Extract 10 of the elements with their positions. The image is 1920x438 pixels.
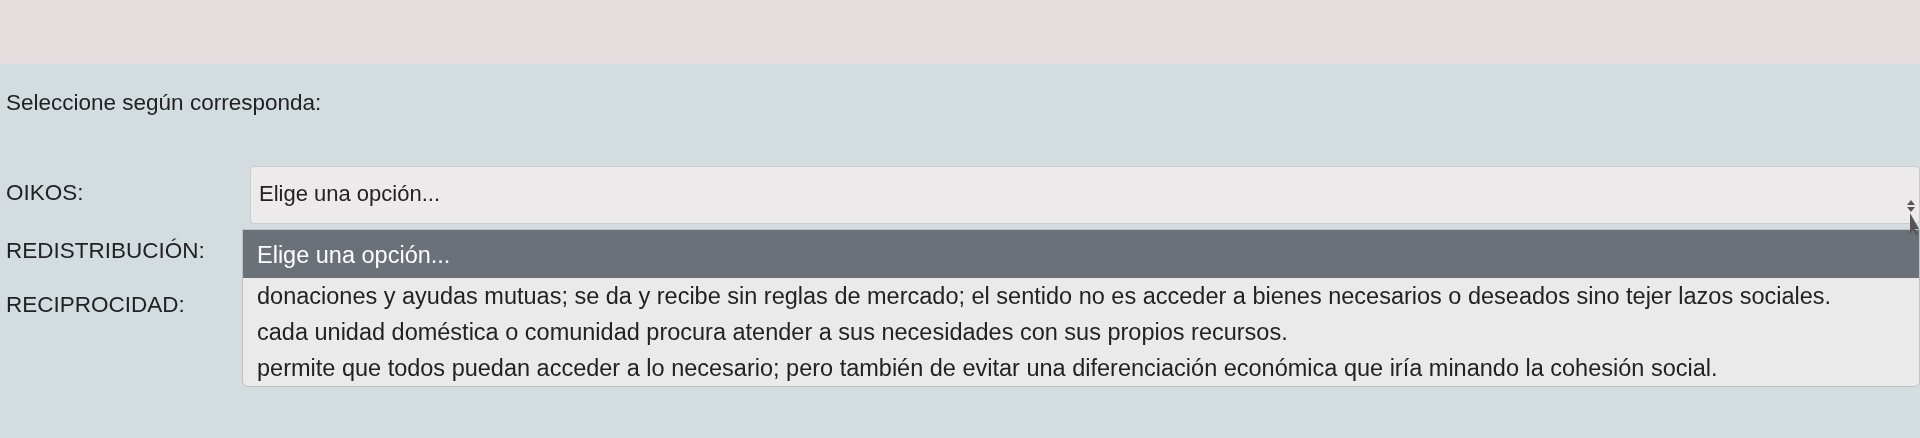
dropdown-option[interactable]: cada unidad doméstica o comunidad procura atender a sus necesidades con sus propios recursos.: [243, 314, 1919, 350]
dropdown-option[interactable]: Elige una opción...: [243, 230, 1919, 278]
mouse-cursor-icon: [1905, 200, 1920, 236]
select-field[interactable]: Elige una opción...: [250, 166, 1920, 224]
question-label: OIKOS:: [5, 180, 85, 206]
instruction-text: Seleccione según corresponda:: [5, 89, 323, 116]
question-label: RECIPROCIDAD:: [5, 292, 186, 318]
question-label: REDISTRIBUCIÓN:: [5, 238, 206, 264]
dropdown-option[interactable]: permite que todos puedan acceder a lo necesario; pero también de evitar una diferenciación económica que iría minando la cohesión social.: [243, 350, 1919, 386]
dropdown-option[interactable]: donaciones y ayudas mutuas; se da y recibe sin reglas de mercado; el sentido no es acceder a bienes necesarios o deseados sino tejer lazos sociales.: [243, 278, 1919, 314]
